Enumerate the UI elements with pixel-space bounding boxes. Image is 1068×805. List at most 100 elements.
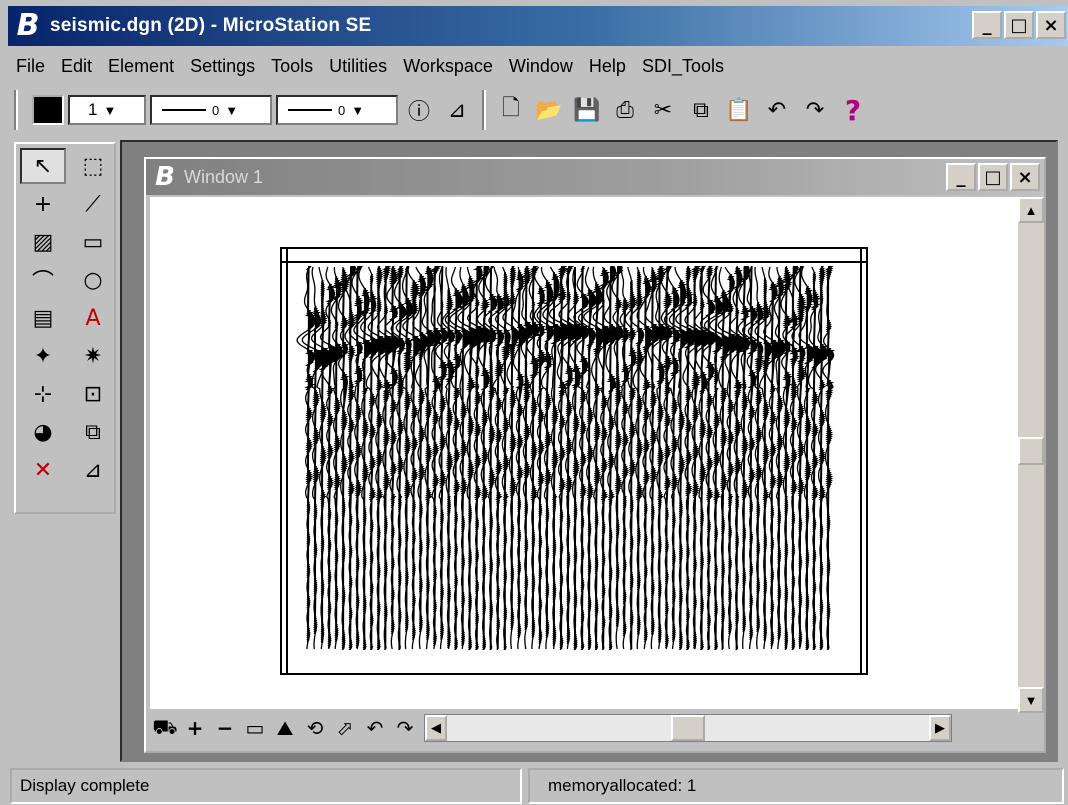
app-title-bar[interactable]: B seismic.dgn (2D) - MicroStation SE _ □…: [8, 6, 1068, 46]
delete-tool[interactable]: ✕: [20, 452, 66, 488]
copy-icon[interactable]: ⧉: [684, 93, 718, 127]
view-next-icon[interactable]: ↷: [390, 713, 420, 743]
app-title: seismic.dgn (2D) - MicroStation SE: [50, 15, 372, 36]
palette-tool[interactable]: ◕: [20, 414, 66, 450]
menu-help[interactable]: Help: [581, 56, 634, 77]
copy-element-tool[interactable]: ⧉: [70, 414, 116, 450]
menu-workspace[interactable]: Workspace: [395, 56, 501, 77]
active-color-button[interactable]: [32, 95, 64, 125]
smartline-tool[interactable]: ⟋: [70, 186, 116, 222]
chevron-down-icon: ▼: [351, 102, 365, 118]
tentative-icon[interactable]: ⊿: [440, 93, 474, 127]
window-area-icon[interactable]: ▭: [240, 713, 270, 743]
status-bar: Display complete memoryallocated: 1: [0, 766, 1068, 805]
scale-tool[interactable]: ⊿: [70, 452, 116, 488]
scroll-down-icon[interactable]: ▼: [1018, 687, 1044, 713]
microstation-logo-icon: B: [155, 162, 175, 192]
chevron-down-icon: ▼: [225, 102, 239, 118]
seismic-traces: [296, 266, 836, 650]
line-weight-value: 0: [338, 102, 346, 118]
vertical-scrollbar[interactable]: ▲ ▼: [1018, 197, 1044, 713]
zoom-in-icon[interactable]: +: [180, 713, 210, 743]
view-minimize-button[interactable]: _: [946, 163, 976, 191]
seismic-trace-fill: [325, 284, 342, 648]
seismic-trace-fill: [824, 266, 836, 650]
drawing-view[interactable]: [150, 197, 1018, 709]
seismic-trace-fill: [634, 270, 645, 636]
horizontal-scroll-thumb[interactable]: [671, 715, 705, 741]
seismic-trace-fill: [796, 266, 808, 648]
scroll-right-icon[interactable]: ▶: [929, 715, 951, 741]
text-tool[interactable]: A: [70, 300, 116, 336]
seismic-trace-fill: [739, 266, 752, 632]
new-file-icon[interactable]: 🗋: [494, 93, 528, 127]
status-message: Display complete: [10, 768, 522, 804]
rectangle-tool[interactable]: ▭: [70, 224, 116, 260]
vertical-scroll-thumb[interactable]: [1018, 437, 1044, 465]
cut-icon[interactable]: ✂: [646, 93, 680, 127]
rotate-view-icon[interactable]: ⟲: [300, 713, 330, 743]
update-icon[interactable]: ⛟: [150, 713, 180, 743]
view-window-title: Window 1: [184, 166, 264, 187]
menu-file[interactable]: File: [8, 56, 53, 77]
arc-tool[interactable]: ⌒: [20, 262, 66, 298]
minimize-button[interactable]: _: [972, 11, 1002, 39]
menu-settings[interactable]: Settings: [182, 56, 263, 77]
hatch-tool[interactable]: ▨: [20, 224, 66, 260]
primary-toolbar: 1 ▼ 0 ▼ 0 ▼ ⓘ ⊿ 🗋 📂 💾 ⎙ ✂ ⧉ 📋 ↶ ↷ ?: [10, 86, 1040, 134]
seismic-trace-fill: [339, 268, 351, 650]
place-point-tool[interactable]: +: [20, 186, 66, 222]
view-close-button[interactable]: ×: [1010, 163, 1040, 191]
seismic-trace-fill: [754, 302, 765, 632]
measure-tool[interactable]: ⊹: [20, 376, 66, 412]
view-window: B Window 1 _ □ × ▲ ▼ ⛟ + − ▭ ⛰ ⟲ ⬀ ↶ ↷ ◀: [144, 157, 1046, 753]
horizontal-scrollbar[interactable]: ◀ ▶: [424, 714, 952, 742]
pan-icon[interactable]: ⬀: [330, 713, 360, 743]
fence-tool[interactable]: ⬚: [70, 148, 116, 184]
menu-edit[interactable]: Edit: [53, 56, 100, 77]
menu-sdi-tools[interactable]: SDI_Tools: [634, 56, 732, 77]
fit-view-icon[interactable]: ⛰: [270, 713, 300, 743]
dimension-tool[interactable]: ⊡: [70, 376, 116, 412]
scroll-up-icon[interactable]: ▲: [1018, 197, 1044, 223]
info-icon[interactable]: ⓘ: [402, 93, 436, 127]
line-weight-select[interactable]: 0 ▼: [276, 95, 398, 125]
window-controls: _ □ ×: [972, 11, 1066, 39]
scroll-left-icon[interactable]: ◀: [425, 715, 447, 741]
undo-icon[interactable]: ↶: [760, 93, 794, 127]
menu-element[interactable]: Element: [100, 56, 182, 77]
view-maximize-button[interactable]: □: [978, 163, 1008, 191]
print-icon[interactable]: ⎙: [608, 93, 642, 127]
seismic-trace-fill: [789, 266, 801, 650]
seismic-trace-fill: [781, 266, 794, 650]
paste-icon[interactable]: 📋: [722, 93, 756, 127]
weight-value: 1: [88, 100, 98, 119]
seismic-trace-fill: [620, 298, 632, 636]
weight-select[interactable]: 1 ▼: [68, 95, 146, 125]
select-element-tool[interactable]: ↖: [20, 148, 66, 184]
maximize-button[interactable]: □: [1004, 11, 1034, 39]
circle-tool[interactable]: ○: [70, 262, 116, 298]
view-previous-icon[interactable]: ↶: [360, 713, 390, 743]
view-window-title-bar[interactable]: B Window 1 _ □ ×: [146, 159, 1044, 195]
toolbar-grip[interactable]: [14, 90, 18, 130]
menu-window[interactable]: Window: [501, 56, 581, 77]
redo-icon[interactable]: ↷: [798, 93, 832, 127]
help-icon[interactable]: ?: [836, 93, 870, 127]
save-icon[interactable]: 💾: [570, 93, 604, 127]
line-style-select[interactable]: 0 ▼: [150, 95, 272, 125]
seismic-trace-fill: [395, 266, 407, 650]
menu-tools[interactable]: Tools: [263, 56, 321, 77]
open-file-icon[interactable]: 📂: [532, 93, 566, 127]
zoom-out-icon[interactable]: −: [210, 713, 240, 743]
seismic-trace-fill: [627, 280, 638, 650]
line-style-value: 0: [212, 102, 220, 118]
cell-tool[interactable]: ▤: [20, 300, 66, 336]
menu-utilities[interactable]: Utilities: [321, 56, 395, 77]
seismic-trace-fill: [494, 294, 505, 650]
snap-tool[interactable]: ✦: [20, 338, 66, 374]
close-button[interactable]: ×: [1036, 11, 1066, 39]
microstation-logo-icon: B: [16, 8, 40, 43]
manipulate-tool[interactable]: ✷: [70, 338, 116, 374]
seismic-section-frame: [280, 247, 868, 675]
